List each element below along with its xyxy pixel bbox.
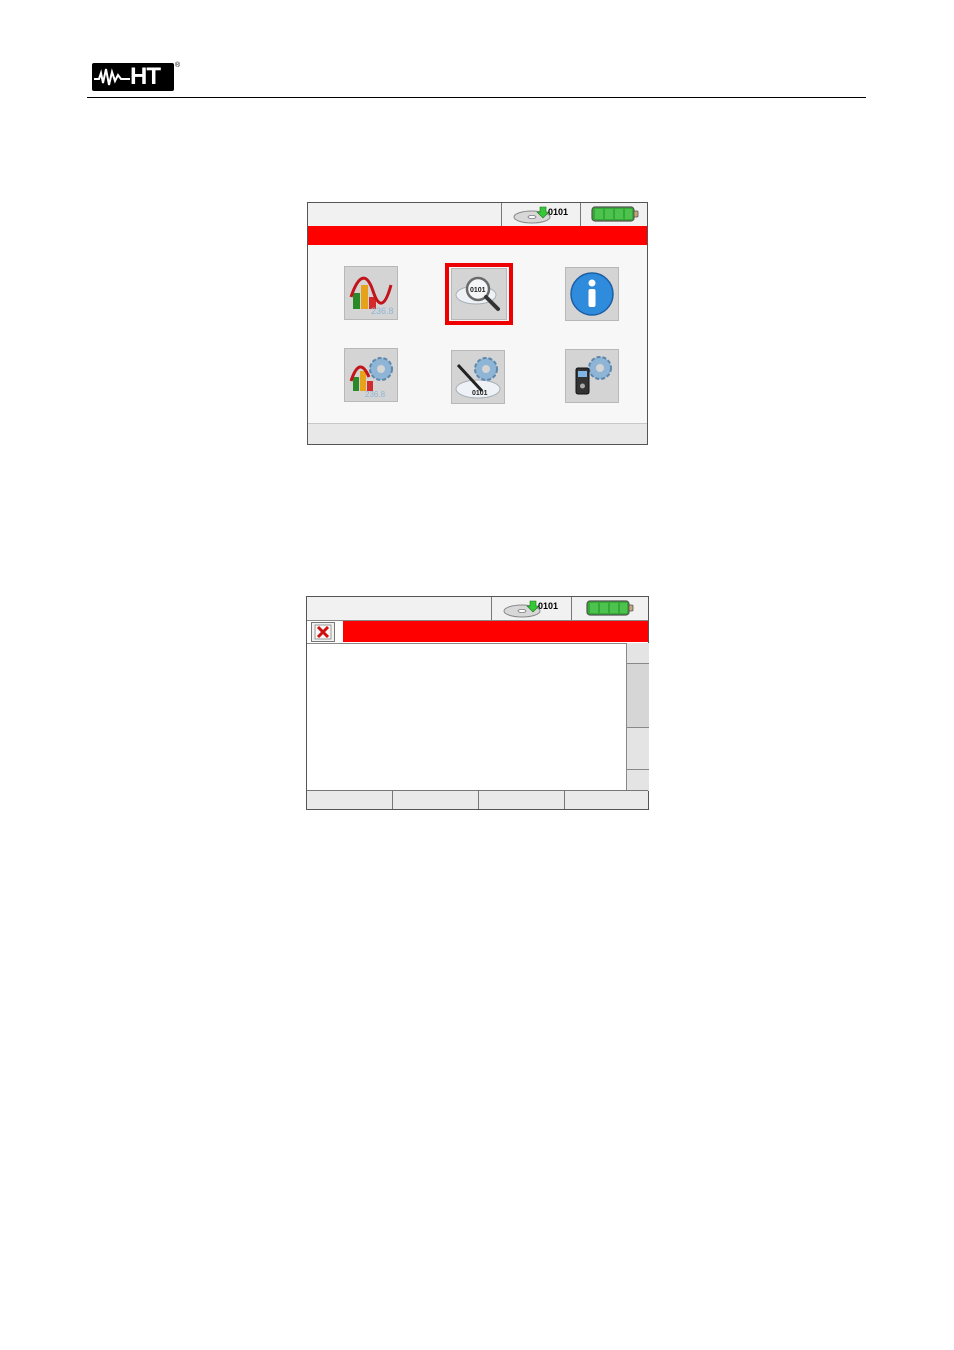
waveform-icon	[94, 68, 130, 86]
softkey-1[interactable]	[307, 791, 393, 809]
battery-full-icon	[586, 600, 634, 616]
softkey-2[interactable]	[393, 791, 479, 809]
close-button[interactable]	[311, 622, 335, 642]
battery-status	[580, 203, 649, 226]
title-bar	[308, 226, 647, 245]
memory-status: 0101	[501, 203, 580, 226]
recall-data-icon[interactable]: 0101	[451, 268, 507, 320]
memory-label: 0101	[548, 207, 568, 217]
scrollbar[interactable]	[626, 643, 649, 791]
analysis-icon[interactable]: 236.8	[344, 266, 398, 320]
header-rule	[87, 97, 866, 98]
softkey-4[interactable]	[565, 791, 649, 809]
memory-label: 0101	[538, 601, 558, 611]
svg-text:236.8: 236.8	[365, 390, 386, 399]
main-menu-screen: 0101 236.8 0101 236.8 0101	[307, 202, 648, 445]
bottom-bar	[308, 423, 647, 444]
status-bar: 0101	[307, 597, 648, 621]
close-x-icon	[314, 624, 332, 640]
scroll-thumb[interactable]	[627, 664, 649, 728]
logo-text: HT	[130, 63, 161, 90]
recall-data-screen: 0101	[306, 596, 649, 810]
battery-full-icon	[591, 206, 639, 222]
scroll-up-button[interactable]	[627, 643, 649, 664]
battery-status	[571, 597, 650, 620]
status-bar: 0101	[308, 203, 647, 227]
registered-mark: ®	[175, 62, 181, 69]
svg-text:0101: 0101	[472, 390, 488, 397]
softkey-3[interactable]	[479, 791, 565, 809]
scroll-track[interactable]	[627, 728, 649, 770]
svg-text:0101: 0101	[470, 287, 486, 294]
cd-0101-icon: 0101	[503, 600, 558, 618]
recording-settings-icon[interactable]: 0101	[451, 350, 505, 404]
scroll-down-button[interactable]	[627, 770, 649, 791]
instrument-settings-icon[interactable]	[565, 349, 619, 403]
data-list[interactable]	[307, 643, 627, 791]
ht-logo: HT	[92, 63, 174, 91]
cd-0101-icon: 0101	[513, 206, 568, 224]
memory-status: 0101	[491, 597, 572, 620]
info-icon[interactable]	[565, 267, 619, 321]
title-bar	[343, 621, 648, 642]
svg-text:236.8: 236.8	[371, 306, 394, 316]
softkey-bar	[307, 790, 648, 809]
analysis-settings-icon[interactable]: 236.8	[344, 348, 398, 402]
